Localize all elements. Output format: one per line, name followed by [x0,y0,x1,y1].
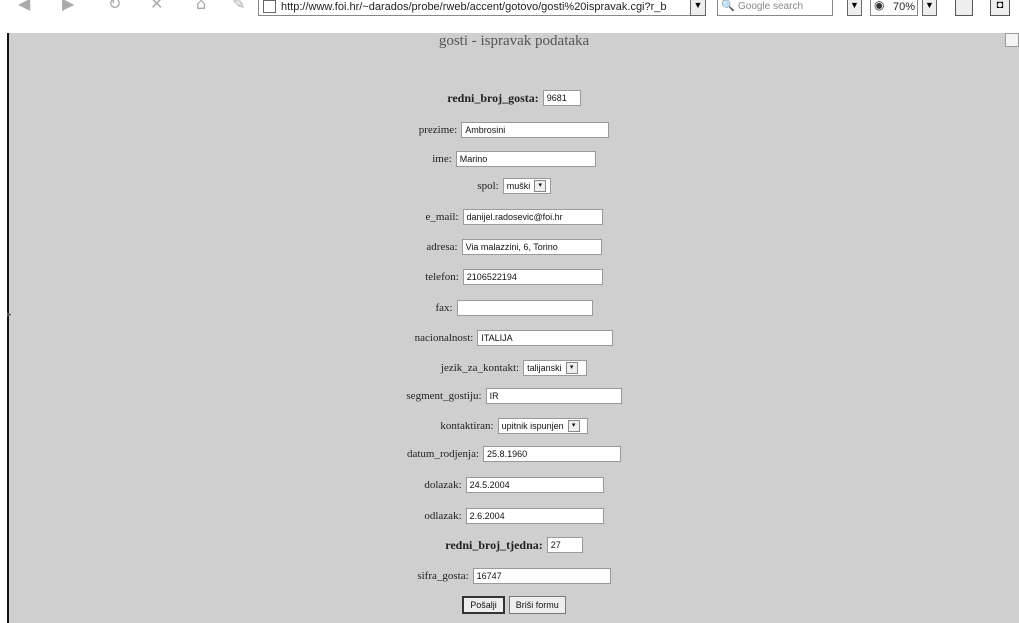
field-label: redni_broj_gosta: [447,90,539,105]
chevron-down-icon[interactable]: ▾ [567,420,580,432]
zoom-dropdown-button[interactable]: ▼ [922,0,937,16]
field-label: prezime: [418,124,458,136]
segment-gostiju-input[interactable]: IR [485,388,622,404]
datum-rodjenja-input[interactable]: 25.8.1960 [483,446,622,462]
chevron-down-icon[interactable]: ▾ [534,180,547,192]
forward-icon[interactable]: ▶ [62,0,74,13]
field-label: segment_gostiju: [406,390,482,402]
field-label: dolazak: [424,479,462,491]
field-adresa: adresa: Via malazzini, 6, Torino [9,237,1019,257]
field-sifra-gosta: sifra_gosta: 16747 [9,566,1019,586]
field-label: ime: [432,153,452,165]
address-dropdown-button[interactable]: ▼ [690,0,706,16]
url-text: http://www.foi.hr/~darados/probe/rweb/ac… [281,1,667,13]
page-menu-icon[interactable] [955,0,973,16]
kontaktiran-selected: upitnik ispunjen [501,421,564,431]
home-icon[interactable]: ⌂ [196,0,206,13]
reset-form-button[interactable]: Briši formu [508,596,566,614]
sifra-gosta-input[interactable]: 16747 [472,568,611,584]
field-label: redni_broj_tjedna: [445,537,543,552]
field-fax: fax: [9,298,1019,318]
field-prezime: prezime: Ambrosini [9,120,1019,140]
field-label: jezik_za_kontakt: [440,362,520,374]
jezik-selected: talijanski [527,363,562,373]
screenshot-icon[interactable]: ◘ [990,0,1010,16]
field-label: kontaktiran: [440,420,494,432]
field-label: nacionalnost: [414,332,474,344]
kontaktiran-select[interactable]: upitnik ispunjen ▾ [497,418,588,434]
search-dropdown-button[interactable]: ▼ [847,0,862,16]
field-label: odlazak: [424,510,462,522]
back-icon[interactable]: ◀ [18,0,30,13]
field-redni-broj-tjedna: redni_broj_tjedna: 27 [9,535,1019,555]
adresa-input[interactable]: Via malazzini, 6, Torino [461,239,602,255]
edit-icon[interactable]: ✎ [232,0,245,13]
field-redni-broj-gosta: redni_broj_gosta: 9681 [9,88,1019,108]
odlazak-input[interactable]: 2.6.2004 [465,508,604,524]
field-kontaktiran: kontaktiran: upitnik ispunjen ▾ [9,416,1019,436]
redni-broj-gosta-input[interactable]: 9681 [542,90,581,106]
field-odlazak: odlazak: 2.6.2004 [9,506,1019,526]
page-icon [263,0,276,13]
browser-toolbar: ◀ ▶ ↻ ✕ ⌂ ✎ http://www.foi.hr/~darados/p… [0,0,1019,32]
field-label: fax: [435,302,453,314]
submit-button[interactable]: Pošalji [462,596,505,614]
reload-icon[interactable]: ↻ [108,0,121,13]
field-nacionalnost: nacionalnost: ITALIJA [9,328,1019,348]
field-label: spol: [477,180,499,192]
field-segment-gostiju: segment_gostiju: IR [9,386,1019,406]
field-datum-rodjenja: datum_rodjenja: 25.8.1960 [9,444,1019,464]
form-buttons: Pošalji Briši formu [9,595,1019,615]
field-label: datum_rodjenja: [406,448,480,460]
field-dolazak: dolazak: 24.5.2004 [9,475,1019,495]
e-mail-input[interactable]: danijel.radosevic@foi.hr [462,209,603,225]
search-icon: 🔍 [721,0,735,12]
stop-icon[interactable]: ✕ [150,0,163,13]
jezik-za-kontakt-select[interactable]: talijanski ▾ [523,360,588,376]
fax-input[interactable] [456,300,593,316]
address-bar[interactable]: http://www.foi.hr/~darados/probe/rweb/ac… [258,0,706,16]
field-jezik-za-kontakt: jezik_za_kontakt: talijanski ▾ [9,358,1019,378]
field-label: e_mail: [425,211,459,223]
spol-selected: muški [506,181,531,191]
dolazak-input[interactable]: 24.5.2004 [465,477,604,493]
ime-input[interactable]: Marino [455,151,596,167]
page-frame: ▸ gosti - ispravak podataka redni_broj_g… [7,33,1019,623]
search-input[interactable]: 🔍 Google search [717,0,833,16]
field-spol: spol: muški ▾ [9,176,1019,196]
field-e-mail: e_mail: danijel.radosevic@foi.hr [9,207,1019,227]
page-title: gosti - ispravak podataka [438,33,590,49]
field-label: adresa: [426,241,458,253]
search-placeholder: Google search [738,1,804,12]
field-label: sifra_gosta: [417,570,469,582]
field-ime: ime: Marino [9,149,1019,169]
zoom-level: 70% [893,1,916,13]
spol-select[interactable]: muški ▾ [502,178,551,194]
field-telefon: telefon: 2106522194 [9,267,1019,287]
prezime-input[interactable]: Ambrosini [461,122,610,138]
zoom-control[interactable]: ◉ 70% [870,0,918,16]
redni-broj-tjedna-input[interactable]: 27 [546,537,583,553]
eye-icon: ◉ [874,0,885,12]
nacionalnost-input[interactable]: ITALIJA [477,330,614,346]
field-label: telefon: [425,271,459,283]
telefon-input[interactable]: 2106522194 [462,269,603,285]
chevron-down-icon[interactable]: ▾ [565,362,578,374]
